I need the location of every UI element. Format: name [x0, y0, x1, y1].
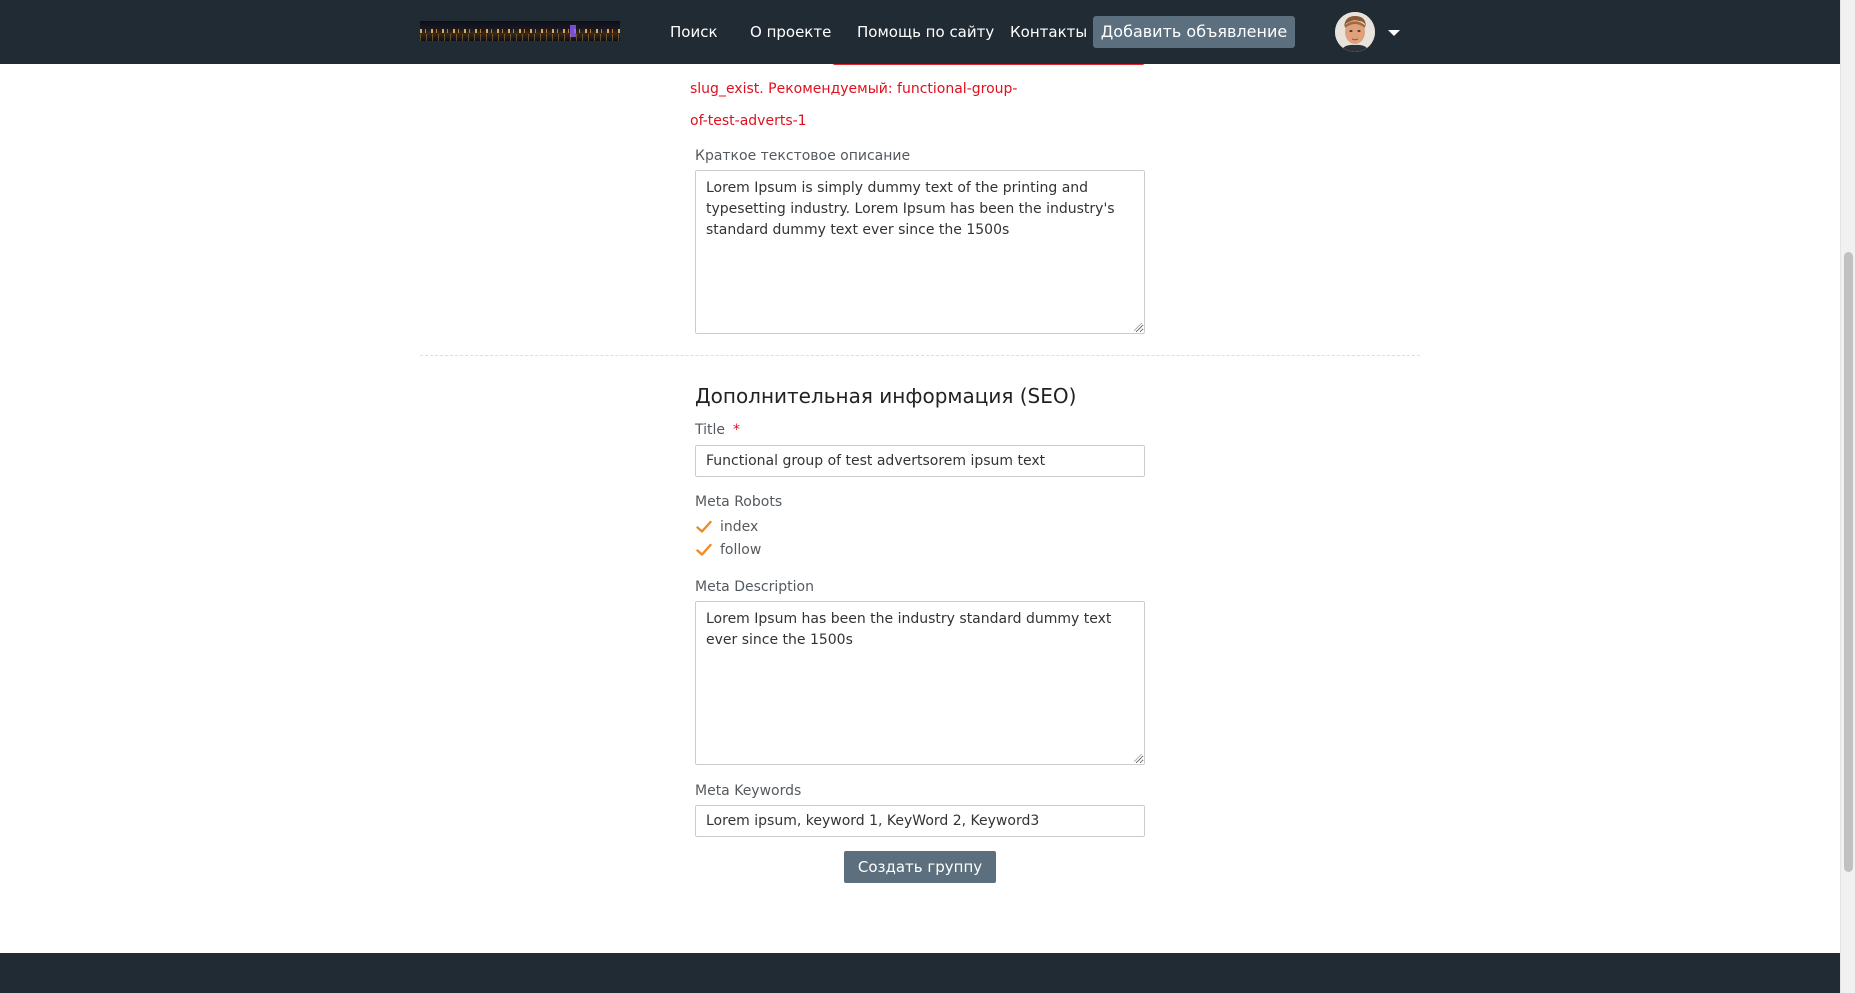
meta-keywords-input[interactable]: Lorem ipsum, keyword 1, KeyWord 2, Keywo…: [695, 805, 1145, 837]
page-scrollbar[interactable]: [1840, 0, 1855, 993]
robots-follow-label: follow: [720, 542, 762, 558]
resize-handle-icon[interactable]: [1134, 323, 1142, 331]
site-logo[interactable]: [420, 21, 620, 41]
page-footer: [0, 953, 1840, 993]
create-group-button[interactable]: Создать группу: [844, 851, 996, 883]
checkmark-icon[interactable]: [696, 520, 712, 534]
dropdown-caret-icon[interactable]: [1388, 30, 1400, 36]
meta-robots-label: Meta Robots: [695, 494, 783, 510]
meta-description-textarea[interactable]: Lorem Ipsum has been the industry standa…: [695, 601, 1145, 765]
meta-description-label: Meta Description: [695, 579, 814, 595]
slug-error-message: slug_exist. Рекомендуемый: functional-gr…: [690, 81, 1018, 129]
short-description-label: Краткое текстовое описание: [695, 148, 911, 164]
nav-link-contacts[interactable]: Контакты: [1010, 22, 1087, 42]
add-listing-button[interactable]: Добавить объявление: [1093, 16, 1295, 48]
user-avatar[interactable]: [1335, 12, 1375, 52]
nav-link-help[interactable]: Помощь по сайту: [857, 22, 994, 42]
short-description-textarea[interactable]: Lorem Ipsum is simply dummy text of the …: [695, 170, 1145, 334]
resize-handle-icon[interactable]: [1134, 754, 1142, 762]
meta-keywords-label: Meta Keywords: [695, 783, 802, 799]
meta-keywords-value: Lorem ipsum, keyword 1, KeyWord 2, Keywo…: [706, 813, 1040, 829]
meta-description-value: Lorem Ipsum has been the industry standa…: [706, 611, 1112, 648]
top-navigation-bar: Поиск О проекте Помощь по сайту Контакты…: [0, 0, 1840, 64]
title-input[interactable]: Functional group of test advertsorem ips…: [695, 445, 1145, 477]
section-divider: [420, 355, 1420, 356]
seo-section-title: Дополнительная информация (SEO): [695, 384, 1077, 408]
required-asterisk: *: [733, 422, 741, 438]
scrollbar-thumb[interactable]: [1844, 252, 1853, 872]
checkmark-icon[interactable]: [696, 543, 712, 557]
title-label: Title *: [695, 421, 740, 439]
nav-link-search[interactable]: Поиск: [670, 22, 718, 42]
title-input-value: Functional group of test advertsorem ips…: [706, 453, 1046, 469]
nav-link-about[interactable]: О проекте: [750, 22, 831, 42]
short-description-value: Lorem Ipsum is simply dummy text of the …: [706, 180, 1115, 238]
robots-index-label: index: [720, 519, 759, 535]
title-label-text: Title: [695, 422, 726, 438]
